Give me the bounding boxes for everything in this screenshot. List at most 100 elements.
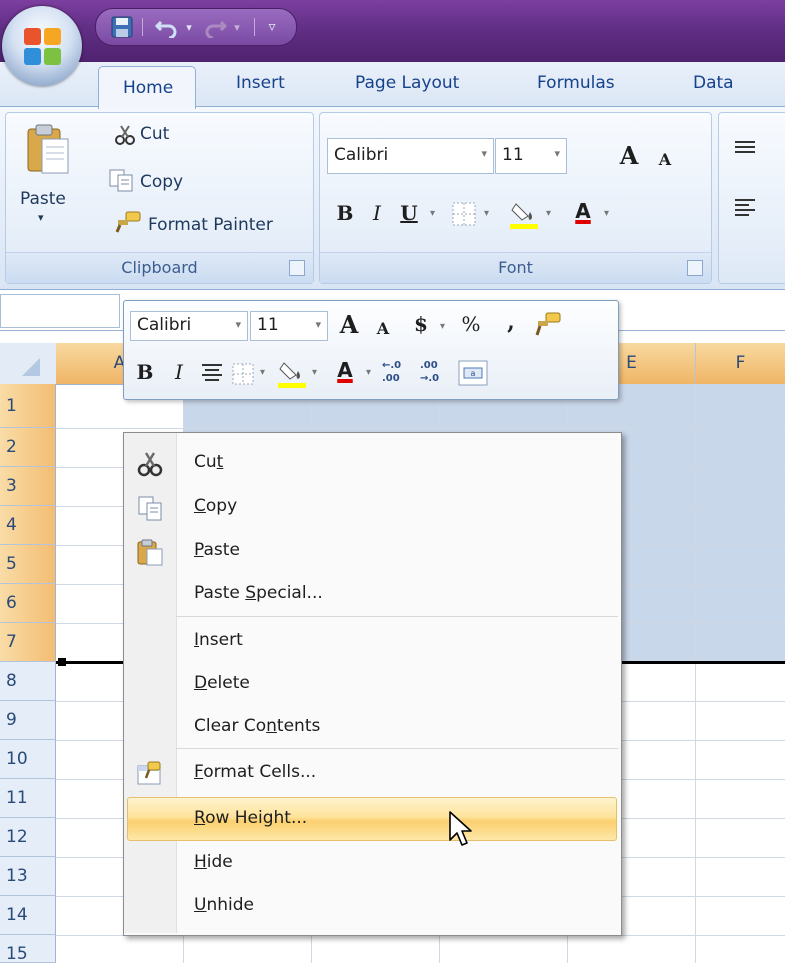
menu-item-paste-special[interactable]: Paste Special... <box>124 573 619 617</box>
mini-font-color-button[interactable]: A <box>330 355 360 385</box>
row-header-1[interactable]: 1 <box>0 384 56 428</box>
font-name-dropdown-icon[interactable]: ▾ <box>481 147 487 160</box>
mini-borders-dropdown-icon[interactable]: ▾ <box>260 367 265 378</box>
mini-increase-decimal-bottom: .00 <box>382 373 400 384</box>
row-header-7[interactable]: 7 <box>0 623 56 662</box>
office-logo-icon <box>24 28 62 66</box>
column-header-f[interactable]: F <box>696 343 785 384</box>
row-header-6[interactable]: 6 <box>0 584 56 623</box>
row-header-2[interactable]: 2 <box>0 428 56 467</box>
mini-grow-font-button[interactable]: A <box>334 309 364 339</box>
font-color-button[interactable]: A <box>568 196 598 226</box>
underline-dropdown-icon[interactable]: ▾ <box>430 208 435 219</box>
format-cells-icon <box>137 761 161 785</box>
scissors-icon <box>137 452 163 477</box>
mini-font-name-dropdown-icon[interactable]: ▾ <box>235 318 241 331</box>
menu-item-label: Insert <box>194 630 243 650</box>
row-header-4[interactable]: 4 <box>0 506 56 545</box>
mini-increase-decimal-button[interactable]: ←.0 .00 <box>382 359 416 389</box>
italic-button[interactable]: I <box>362 198 392 228</box>
menu-item-label: Format Cells... <box>194 762 317 782</box>
menu-item-paste[interactable]: Paste <box>124 530 619 574</box>
mini-comma-button[interactable]: , <box>496 307 526 337</box>
mini-currency-dropdown-icon[interactable]: ▾ <box>440 321 445 332</box>
font-name-combo[interactable]: Calibri ▾ <box>327 138 494 174</box>
office-button[interactable] <box>2 6 82 86</box>
mini-font-name-value: Calibri <box>137 315 192 335</box>
clipboard-launcher-icon[interactable] <box>289 260 305 276</box>
mini-shrink-font-button[interactable]: A <box>368 313 398 343</box>
menu-item-unhide[interactable]: Unhide <box>124 885 619 929</box>
mini-font-size-dropdown-icon[interactable]: ▾ <box>315 318 321 331</box>
mini-italic-button[interactable]: I <box>164 357 194 387</box>
paste-icon <box>27 124 69 174</box>
mini-fill-color-dropdown-icon[interactable]: ▾ <box>312 367 317 378</box>
font-size-combo[interactable]: 11 ▾ <box>495 138 567 174</box>
mini-decrease-decimal-button[interactable]: .00 →.0 <box>420 359 454 389</box>
redo-icon[interactable] <box>200 13 230 41</box>
tab-data[interactable]: Data <box>693 73 734 93</box>
mini-font-size-combo[interactable]: 11 ▾ <box>250 311 328 341</box>
font-launcher-icon[interactable] <box>687 260 703 276</box>
borders-icon[interactable] <box>450 200 478 228</box>
menu-item-delete[interactable]: Delete <box>124 663 619 707</box>
borders-dropdown-icon[interactable]: ▾ <box>484 208 489 219</box>
row-header-3[interactable]: 3 <box>0 467 56 506</box>
menu-item-label: Hide <box>194 852 233 872</box>
row-header-15[interactable]: 15 <box>0 935 56 963</box>
shrink-font-button[interactable]: A <box>650 144 680 174</box>
cut-button[interactable]: Cut <box>140 124 169 144</box>
mini-font-name-combo[interactable]: Calibri ▾ <box>130 311 248 341</box>
menu-item-insert[interactable]: Insert <box>124 620 619 664</box>
menu-item-format-cells[interactable]: Format Cells... <box>124 752 619 796</box>
menu-item-clear-contents[interactable]: Clear Contents <box>124 706 619 750</box>
paste-icon <box>137 539 163 566</box>
mini-merge-center-icon[interactable]: a <box>458 359 488 387</box>
row-header-10[interactable]: 10 <box>0 740 56 779</box>
font-color-dropdown-icon[interactable]: ▾ <box>604 208 609 219</box>
align-top-icon[interactable] <box>733 138 757 162</box>
align-left-icon[interactable] <box>733 196 757 220</box>
paste-button[interactable]: Paste ▾ <box>10 115 82 240</box>
mini-increase-decimal-top: ←.0 <box>382 360 402 371</box>
fill-handle[interactable] <box>58 658 66 666</box>
mini-bold-button[interactable]: B <box>130 357 160 387</box>
font-size-dropdown-icon[interactable]: ▾ <box>554 147 560 160</box>
mini-font-color-dropdown-icon[interactable]: ▾ <box>366 367 371 378</box>
menu-item-row-height[interactable]: Row Height... <box>127 797 617 841</box>
grow-font-button[interactable]: A <box>614 140 644 170</box>
tab-insert[interactable]: Insert <box>236 73 285 93</box>
save-icon[interactable] <box>108 13 136 41</box>
format-painter-button[interactable]: Format Painter <box>148 215 273 235</box>
fill-color-icon[interactable] <box>508 198 540 230</box>
row-header-8[interactable]: 8 <box>0 662 56 701</box>
tab-home[interactable]: Home <box>98 66 196 109</box>
menu-item-cut[interactable]: Cut <box>124 442 619 486</box>
menu-item-copy[interactable]: Copy <box>124 486 619 530</box>
customize-qat-icon[interactable]: ▿ <box>262 13 282 41</box>
mini-format-painter-icon[interactable] <box>534 311 562 339</box>
copy-button[interactable]: Copy <box>140 172 183 192</box>
row-header-14[interactable]: 14 <box>0 896 56 935</box>
mini-currency-button[interactable]: $ <box>406 309 436 339</box>
row-header-5[interactable]: 5 <box>0 545 56 584</box>
underline-button[interactable]: U <box>394 198 424 228</box>
mini-font-size-value: 11 <box>257 315 279 335</box>
mini-fill-color-icon[interactable] <box>276 357 308 389</box>
mini-borders-icon[interactable] <box>230 361 256 387</box>
row-header-11[interactable]: 11 <box>0 779 56 818</box>
row-header-12[interactable]: 12 <box>0 818 56 857</box>
row-header-9[interactable]: 9 <box>0 701 56 740</box>
tab-formulas[interactable]: Formulas <box>537 73 615 93</box>
menu-item-hide[interactable]: Hide <box>124 842 619 886</box>
name-box[interactable] <box>0 294 120 328</box>
mini-center-align-icon[interactable] <box>200 361 224 385</box>
redo-dropdown-icon[interactable]: ▾ <box>230 13 244 41</box>
bold-button[interactable]: B <box>330 198 360 228</box>
undo-dropdown-icon[interactable]: ▾ <box>182 13 196 41</box>
fill-color-dropdown-icon[interactable]: ▾ <box>546 208 551 219</box>
undo-icon[interactable] <box>152 13 182 41</box>
row-header-13[interactable]: 13 <box>0 857 56 896</box>
mini-percent-button[interactable]: % <box>456 309 486 339</box>
tab-page-layout[interactable]: Page Layout <box>355 73 459 93</box>
